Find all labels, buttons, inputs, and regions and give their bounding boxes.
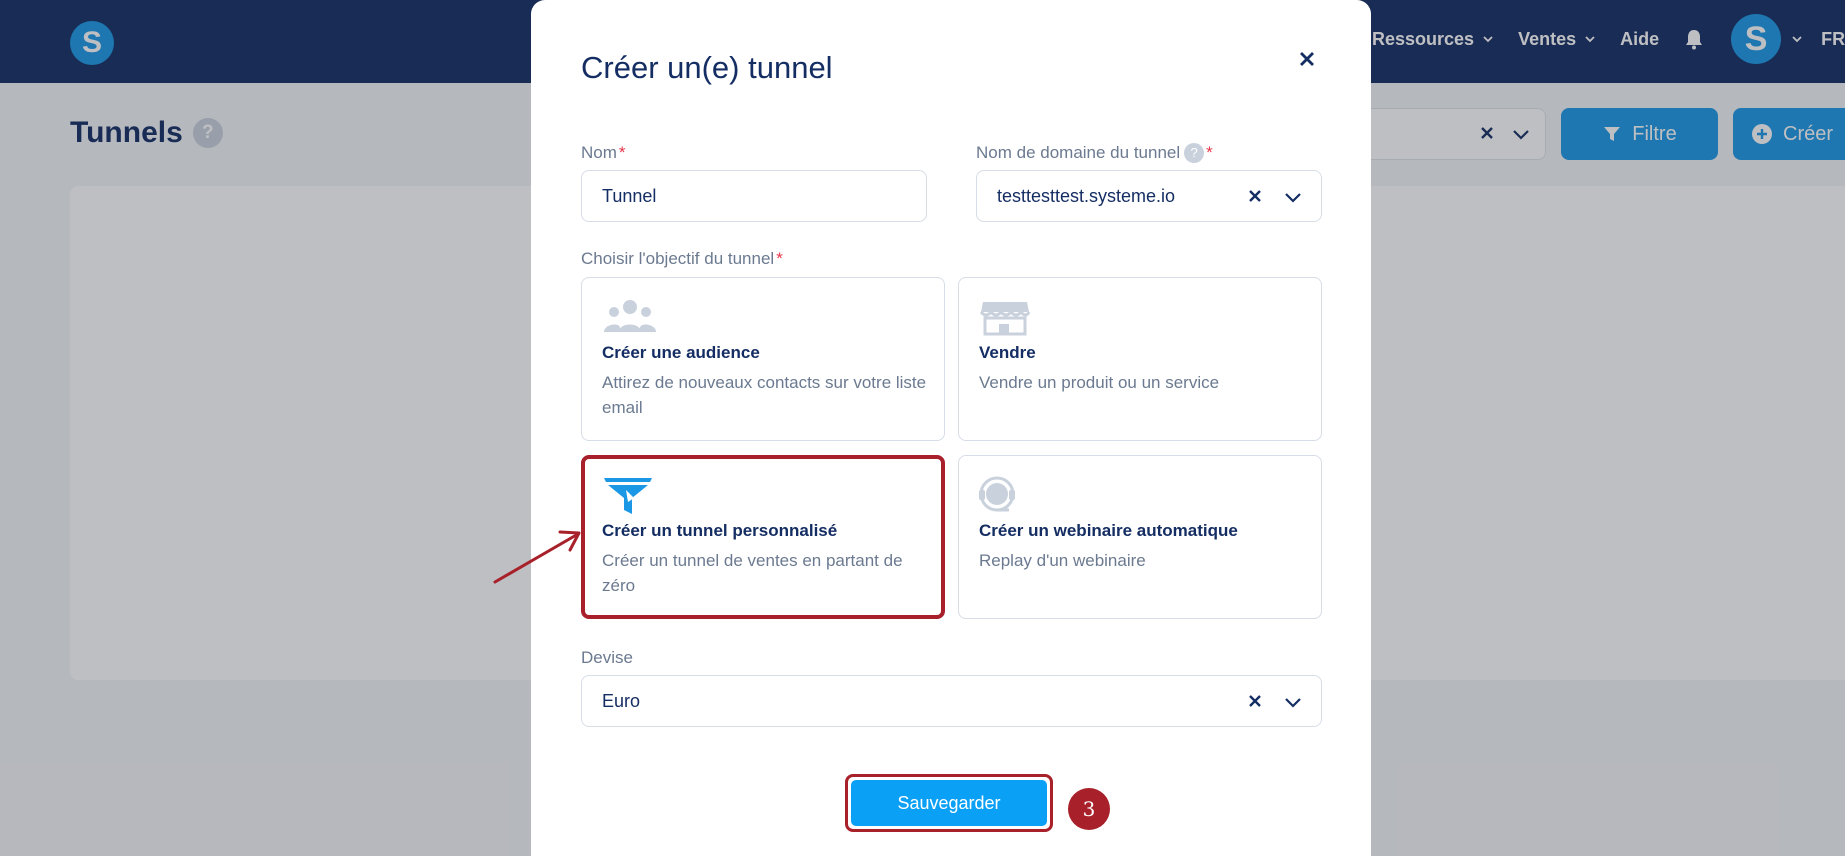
required-marker: *	[618, 143, 626, 162]
domain-label-text: Nom de domaine du tunnel	[976, 143, 1181, 162]
annotation-arrow-icon	[493, 530, 581, 584]
name-input-value: Tunnel	[602, 185, 657, 206]
funnel-icon	[604, 478, 652, 514]
objective-description: Créer un tunnel de ventes en partant de …	[602, 551, 903, 595]
modal-title: Créer un(e) tunnel	[581, 50, 833, 85]
objective-card-vendre[interactable]: Vendre Vendre un produit ou un service	[958, 277, 1322, 441]
clear-icon[interactable]	[1245, 691, 1265, 711]
objective-title: Créer un tunnel personnalisé	[602, 521, 838, 540]
required-marker: *	[1206, 143, 1213, 162]
objective-title: Créer une audience	[602, 343, 760, 362]
objective-description: Replay d'un webinaire	[979, 551, 1146, 570]
close-icon[interactable]	[1296, 48, 1318, 70]
currency-select-value: Euro	[602, 690, 641, 711]
create-tunnel-modal: Créer un(e) tunnel Nom * Tunnel Nom de do…	[531, 0, 1371, 856]
objective-card-webinar[interactable]: Créer un webinaire automatique Replay d'…	[958, 455, 1322, 619]
required-marker: *	[776, 249, 783, 268]
webinar-icon	[979, 476, 1015, 512]
objective-card-custom-tunnel[interactable]: Créer un tunnel personnalisé Créer un tu…	[581, 455, 945, 619]
chevron-down-icon[interactable]	[1283, 693, 1303, 713]
objective-description: Attirez de nouveaux contacts sur votre l…	[602, 373, 927, 417]
save-button-highlight: Sauvegarder	[845, 774, 1053, 832]
currency-select[interactable]: Euro	[581, 675, 1322, 727]
name-label: Nom *	[581, 143, 626, 163]
save-button[interactable]: Sauvegarder	[851, 780, 1047, 826]
domain-select[interactable]: testtesttest.systeme.io	[976, 170, 1322, 222]
objective-label: Choisir l'objectif du tunnel *	[581, 249, 783, 269]
objective-description: Vendre un produit ou un service	[979, 373, 1220, 392]
currency-label: Devise	[581, 648, 633, 667]
domain-label: Nom de domaine du tunnel? *	[976, 143, 1213, 163]
shop-icon	[979, 302, 1031, 336]
domain-select-value: testtesttest.systeme.io	[997, 185, 1176, 206]
chevron-down-icon[interactable]	[1283, 188, 1303, 208]
name-input[interactable]: Tunnel	[581, 170, 927, 222]
name-label-text: Nom	[581, 143, 617, 162]
help-icon[interactable]: ?	[1184, 143, 1205, 163]
objective-card-audience[interactable]: Créer une audience Attirez de nouveaux c…	[581, 277, 945, 441]
objective-label-text: Choisir l'objectif du tunnel	[581, 249, 775, 268]
step-number-badge: 3	[1068, 788, 1110, 830]
objective-title: Vendre	[979, 343, 1036, 362]
objective-title: Créer un webinaire automatique	[979, 521, 1238, 540]
audience-icon	[604, 300, 656, 332]
clear-icon[interactable]	[1245, 186, 1265, 206]
